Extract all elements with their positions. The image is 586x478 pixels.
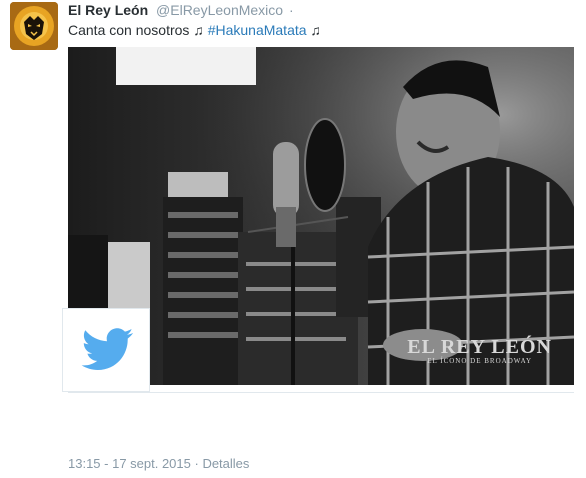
header-separator: · — [288, 2, 294, 18]
timestamp-link[interactable]: 13:15 - 17 sept. 2015 — [68, 456, 191, 471]
watermark-subtitle: EL ÍCONO DE BROADWAY — [427, 357, 533, 365]
show-watermark-logo: EL REY LEÓN EL ÍCONO DE BROADWAY — [407, 337, 552, 365]
tweet-text: Canta con nosotros ♫ #HakunaMatata ♫ — [68, 21, 321, 39]
author-name[interactable]: El Rey León — [68, 2, 148, 18]
twitter-badge[interactable] — [62, 308, 150, 392]
tweet-header: El Rey León @ElReyLeonMexico · — [68, 1, 294, 19]
avatar[interactable] — [10, 2, 58, 50]
tweet-text-end: ♫ — [306, 22, 321, 38]
twitter-bird-icon — [81, 328, 133, 370]
timestamp-separator: · — [190, 456, 203, 471]
hashtag-link[interactable]: #HakunaMatata — [208, 22, 307, 38]
author-handle[interactable]: @ElReyLeonMexico — [156, 2, 283, 18]
tweet-timestamp-row: 13:15 - 17 sept. 2015 · Detalles — [68, 456, 249, 472]
tweet-text-body: Canta con nosotros ♫ — [68, 22, 208, 38]
watermark-title: EL REY LEÓN — [407, 336, 552, 358]
lion-logo-icon — [10, 2, 58, 50]
details-link[interactable]: Detalles — [202, 456, 249, 471]
